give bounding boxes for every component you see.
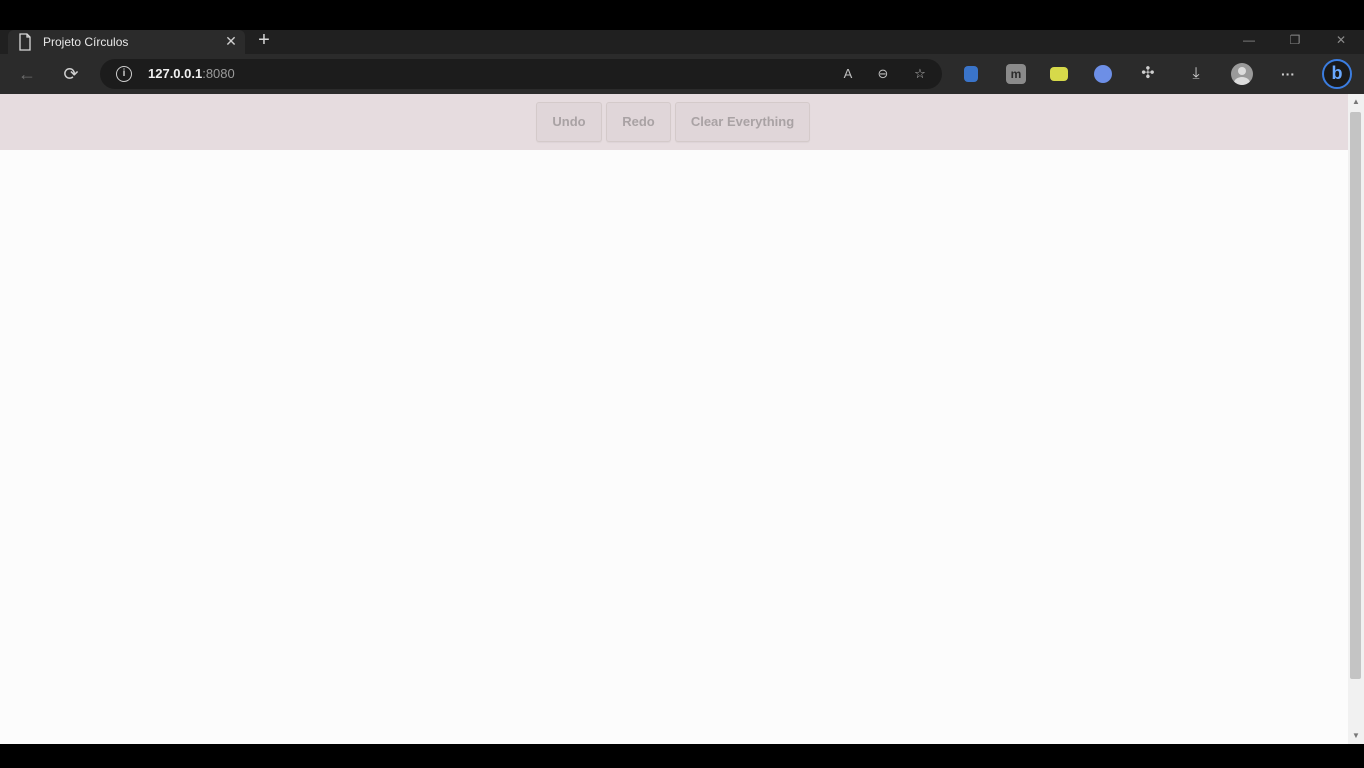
downloads-icon[interactable]: ⤓ (1186, 64, 1206, 84)
tab-title: Projeto Círculos (43, 35, 129, 49)
browser-titlebar: Projeto Círculos ✕ + — ❐ ✕ (0, 30, 1364, 54)
site-info-icon[interactable]: i (116, 66, 132, 82)
restore-button[interactable]: ❐ (1272, 30, 1318, 52)
drawing-canvas[interactable] (0, 150, 1348, 744)
url-port: :8080 (202, 66, 235, 81)
close-window-button[interactable]: ✕ (1318, 30, 1364, 52)
vertical-scrollbar[interactable]: ▲ ▼ (1348, 94, 1364, 744)
read-aloud-icon[interactable]: A (838, 64, 858, 84)
bottom-letterbox (0, 744, 1364, 768)
reload-button[interactable]: ⟳ (58, 62, 84, 86)
extension-file-icon[interactable] (964, 66, 978, 82)
clear-everything-button[interactable]: Clear Everything (675, 102, 810, 142)
top-letterbox (0, 0, 1364, 30)
page-icon (19, 33, 31, 51)
close-tab-icon[interactable]: ✕ (222, 32, 240, 50)
app-header: Undo Redo Clear Everything (0, 94, 1348, 150)
zoom-out-icon[interactable]: ⊖ (873, 64, 893, 84)
screen: Projeto Círculos ✕ + — ❐ ✕ ← ⟳ i 127.0.0… (0, 0, 1364, 768)
favorites-icon[interactable]: ☆ (910, 64, 930, 84)
scroll-thumb[interactable] (1350, 112, 1361, 679)
extension-blue-icon[interactable] (1094, 65, 1112, 83)
scroll-up-icon[interactable]: ▲ (1351, 97, 1361, 107)
url-host: 127.0.0.1 (148, 66, 203, 81)
browser-toolbar: ← ⟳ i 127.0.0.1:8080 A ⊖ ☆ m ✣ ⤓ ··· b (0, 54, 1364, 94)
extension-yellow-icon[interactable] (1050, 67, 1068, 81)
bing-icon[interactable]: b (1322, 59, 1352, 89)
extensions-icon[interactable]: ✣ (1138, 64, 1158, 84)
undo-button[interactable]: Undo (536, 102, 602, 142)
scroll-down-icon[interactable]: ▼ (1351, 731, 1361, 741)
url-text[interactable]: 127.0.0.1:8080 (148, 65, 235, 83)
redo-button[interactable]: Redo (606, 102, 671, 142)
browser-tab[interactable]: Projeto Círculos ✕ (8, 30, 245, 54)
back-button[interactable]: ← (14, 62, 40, 86)
minimize-button[interactable]: — (1226, 30, 1272, 52)
extension-m-icon[interactable]: m (1006, 64, 1026, 84)
profile-avatar[interactable] (1231, 63, 1253, 85)
more-menu-icon[interactable]: ··· (1276, 64, 1300, 84)
page-viewport: Undo Redo Clear Everything (0, 94, 1348, 744)
address-bar[interactable]: i 127.0.0.1:8080 A ⊖ ☆ (100, 59, 942, 89)
new-tab-button[interactable]: + (254, 30, 274, 51)
